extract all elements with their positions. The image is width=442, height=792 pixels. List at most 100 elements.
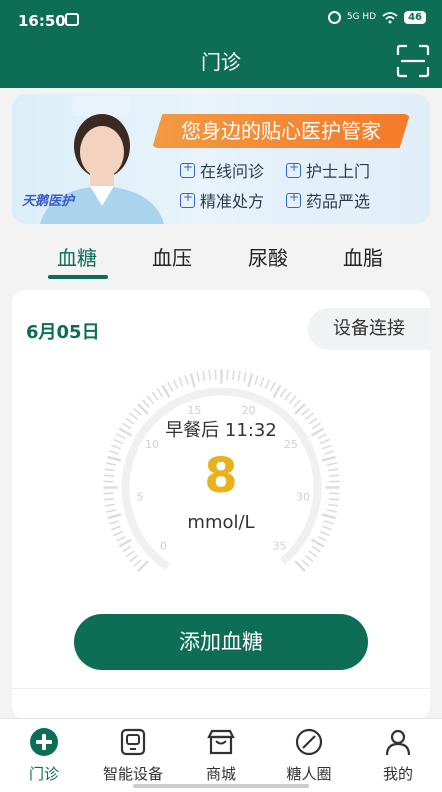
clinic-plus-icon — [30, 728, 58, 756]
consult-icon — [180, 160, 195, 178]
gauge-tick-label: 0 — [160, 539, 167, 552]
gauge-tick — [167, 381, 174, 392]
feature-nurse-visit: 护士上门 — [286, 158, 370, 182]
nav-clinic[interactable]: 门诊 — [2, 727, 86, 784]
gauge-tick — [137, 403, 149, 415]
gauge-tick — [133, 559, 142, 568]
notification-icon — [65, 13, 79, 26]
gauge-tick — [189, 373, 196, 388]
gauge-tick — [243, 371, 247, 383]
nav-label: 商城 — [205, 765, 236, 783]
tab-blood-glucose[interactable]: 血糖 — [57, 242, 97, 271]
gauge-tick — [284, 391, 292, 401]
tab-uric-acid[interactable]: 尿酸 — [248, 242, 288, 271]
promo-banner[interactable]: 天鹅医护 您身边的贴心医护管家 在线问诊 护士上门 精准处方 药品严选 — [12, 94, 430, 224]
gauge-tick — [294, 560, 306, 572]
feature-medicine: 药品严选 — [286, 188, 370, 212]
gauge-tick — [137, 560, 149, 572]
nav-label: 糖人圈 — [286, 765, 332, 783]
profile-icon — [385, 729, 411, 756]
nav-label: 智能设备 — [102, 765, 163, 783]
circle-icon — [295, 728, 323, 756]
gauge-tick — [104, 503, 115, 507]
nav-label: 我的 — [382, 765, 413, 783]
gauge-tick — [161, 384, 171, 399]
reading-time-label: 早餐后 11:32 — [165, 420, 277, 441]
gauge-tick — [202, 370, 206, 381]
feature-label: 药品严选 — [306, 192, 371, 211]
feature-label: 精准处方 — [200, 192, 265, 211]
gauge-tick — [259, 377, 265, 387]
device-icon — [120, 728, 146, 756]
gauge-tick — [226, 369, 229, 380]
gauge-tick — [308, 550, 318, 558]
gauge-tick — [317, 535, 328, 542]
gauge-tick — [214, 369, 217, 380]
network-label: 5G HD — [346, 12, 377, 22]
banner-headline: 您身边的贴心医护管家 — [152, 114, 410, 148]
home-indicator — [133, 784, 309, 788]
feature-prescription: 精准处方 — [180, 188, 264, 212]
feature-label: 在线问诊 — [200, 162, 265, 181]
reading-unit: mmol/L — [187, 512, 255, 533]
feature-online-consult: 在线问诊 — [180, 158, 264, 182]
nav-profile[interactable]: 我的 — [356, 727, 440, 784]
feature-label: 护士上门 — [306, 162, 371, 181]
scan-icon[interactable] — [396, 44, 430, 78]
glucose-card: 6月05日 设备连接 0 5 10 15 20 25 30 35 早餐后 11:32 8 mm… — [12, 290, 430, 720]
nav-store[interactable]: 商城 — [179, 727, 263, 784]
reading-value: 8 — [204, 448, 238, 504]
reading-date: 6月05日 — [26, 322, 100, 343]
nav-label: 门诊 — [28, 765, 59, 783]
active-tab-indicator — [48, 275, 108, 279]
gauge-tick — [125, 550, 135, 558]
gauge-tick — [294, 403, 306, 415]
battery-indicator: 46 — [404, 11, 426, 24]
divider — [12, 688, 430, 689]
add-glucose-button[interactable]: 添加血糖 — [74, 614, 368, 670]
gauge-tick — [311, 545, 321, 553]
gauge-tick — [146, 395, 155, 405]
gauge-tick — [122, 545, 132, 553]
device-connect-button[interactable]: 设备连接 — [308, 308, 430, 350]
gauge-tick — [288, 395, 297, 405]
wifi-icon — [382, 11, 398, 23]
gauge-tick — [231, 370, 235, 381]
gauge-tick — [196, 371, 200, 383]
nav-sugar-circle[interactable]: 糖人圈 — [267, 727, 351, 784]
prescription-icon — [180, 190, 195, 208]
gauge-tick — [310, 538, 325, 548]
bottom-nav: 门诊 智能设备 商城 糖人圈 我的 — [0, 718, 442, 792]
gauge-tick — [156, 388, 164, 398]
page-title: 门诊 — [201, 50, 241, 74]
gauge-tick — [178, 377, 184, 387]
gauge-tick — [151, 391, 159, 401]
gauge-tick — [279, 388, 287, 398]
gauge-tick — [293, 399, 302, 408]
gauge-tick — [264, 379, 271, 390]
tab-blood-lipid[interactable]: 血脂 — [343, 242, 383, 271]
gauge-tick — [237, 370, 241, 381]
status-time: 16:50 — [18, 12, 66, 30]
tab-blood-pressure[interactable]: 血压 — [152, 242, 192, 271]
gauge-tick — [301, 407, 310, 416]
gauge-tick — [208, 370, 212, 381]
gauge-tick — [328, 503, 339, 507]
status-bar: 16:50 5G HD 46 — [0, 0, 442, 40]
metric-tabs: 血糖 血压 尿酸 血脂 — [0, 232, 442, 278]
alarm-icon — [327, 11, 341, 24]
medicine-icon — [286, 190, 301, 208]
gauge-tick — [304, 554, 314, 563]
status-icons: 5G HD 46 — [327, 11, 426, 24]
gauge-tick — [247, 373, 254, 388]
gauge-tick — [254, 375, 259, 386]
nav-smart-device[interactable]: 智能设备 — [91, 727, 175, 784]
gauge-tick — [129, 554, 139, 563]
gauge-tick — [118, 538, 133, 548]
gauge-tick — [269, 381, 276, 392]
store-icon — [207, 729, 235, 755]
banner-logo: 天鹅医护 — [22, 194, 75, 209]
gauge-tick — [172, 379, 179, 390]
gauge-tick — [184, 375, 189, 386]
gauge-tick-label: 35 — [272, 539, 286, 552]
